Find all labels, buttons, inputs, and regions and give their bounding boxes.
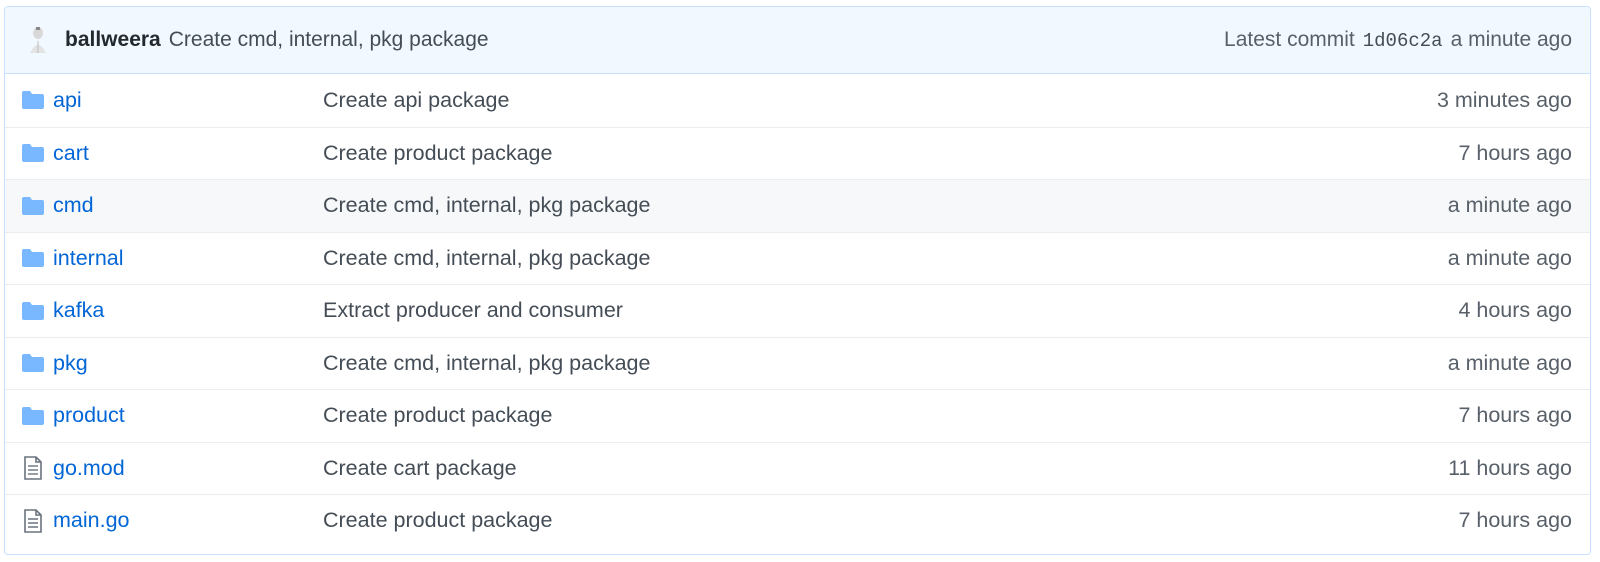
file-commit-message[interactable]: Create api package: [323, 88, 509, 113]
file-age: 4 hours ago: [1458, 298, 1572, 323]
file-age: a minute ago: [1447, 245, 1572, 270]
latest-commit-info: Latest commit 1d06c2a a minute ago: [1224, 28, 1572, 52]
folder-icon: [21, 88, 45, 112]
file-commit-message[interactable]: Create cart package: [323, 456, 517, 481]
folder-icon: [21, 141, 45, 165]
commit-age: a minute ago: [1450, 28, 1572, 51]
file-icon: [21, 508, 45, 533]
file-name-link[interactable]: main.go: [53, 508, 323, 533]
file-icon: [21, 456, 45, 481]
latest-commit-bar: ballweera Create cmd, internal, pkg pack…: [5, 7, 1590, 74]
file-row: pkg Create cmd, internal, pkg package a …: [5, 336, 1590, 390]
file-row: product Create product package 7 hours a…: [5, 389, 1590, 442]
file-row: cart Create product package 7 hours ago: [5, 126, 1590, 180]
file-name-link[interactable]: product: [53, 403, 323, 428]
file-name-link[interactable]: internal: [53, 246, 323, 271]
file-row: cmd Create cmd, internal, pkg package a …: [5, 179, 1590, 232]
file-name-link[interactable]: pkg: [53, 351, 323, 376]
folder-icon: [21, 404, 45, 428]
file-commit-message[interactable]: Create cmd, internal, pkg package: [323, 351, 650, 376]
file-age: 11 hours ago: [1448, 455, 1572, 480]
file-age: a minute ago: [1447, 193, 1572, 218]
file-row: api Create api package 3 minutes ago: [5, 74, 1590, 127]
folder-icon: [21, 299, 45, 323]
file-row: internal Create cmd, internal, pkg packa…: [5, 231, 1590, 285]
file-age: 7 hours ago: [1458, 140, 1572, 165]
latest-commit-label: Latest commit: [1224, 28, 1355, 51]
folder-icon: [21, 246, 45, 270]
file-name-link[interactable]: kafka: [53, 298, 323, 323]
file-age: 7 hours ago: [1458, 508, 1572, 533]
file-name-link[interactable]: cart: [53, 141, 323, 166]
file-age: 3 minutes ago: [1436, 87, 1572, 112]
file-commit-message[interactable]: Create product package: [323, 141, 552, 166]
file-commit-message[interactable]: Create cmd, internal, pkg package: [323, 193, 650, 218]
file-list: api Create api package 3 minutes ago car…: [5, 74, 1590, 547]
file-name-link[interactable]: api: [53, 88, 323, 113]
commit-author[interactable]: ballweera: [65, 28, 161, 52]
file-age: 7 hours ago: [1458, 403, 1572, 428]
author-avatar[interactable]: [25, 25, 51, 55]
file-commit-message[interactable]: Create cmd, internal, pkg package: [323, 246, 650, 271]
file-row: main.go Create product package 7 hours a…: [5, 494, 1590, 547]
commit-sha[interactable]: 1d06c2a: [1363, 30, 1443, 52]
folder-icon: [21, 194, 45, 218]
file-row: go.mod Create cart package 11 hours ago: [5, 441, 1590, 495]
folder-icon: [21, 351, 45, 375]
file-commit-message[interactable]: Extract producer and consumer: [323, 298, 623, 323]
file-commit-message[interactable]: Create product package: [323, 508, 552, 533]
file-age: a minute ago: [1447, 350, 1572, 375]
file-name-link[interactable]: cmd: [53, 193, 323, 218]
file-name-link[interactable]: go.mod: [53, 456, 323, 481]
file-commit-message[interactable]: Create product package: [323, 403, 552, 428]
commit-message[interactable]: Create cmd, internal, pkg package: [169, 28, 489, 52]
file-row: kafka Extract producer and consumer 4 ho…: [5, 284, 1590, 337]
repo-file-browser: ballweera Create cmd, internal, pkg pack…: [4, 6, 1591, 555]
